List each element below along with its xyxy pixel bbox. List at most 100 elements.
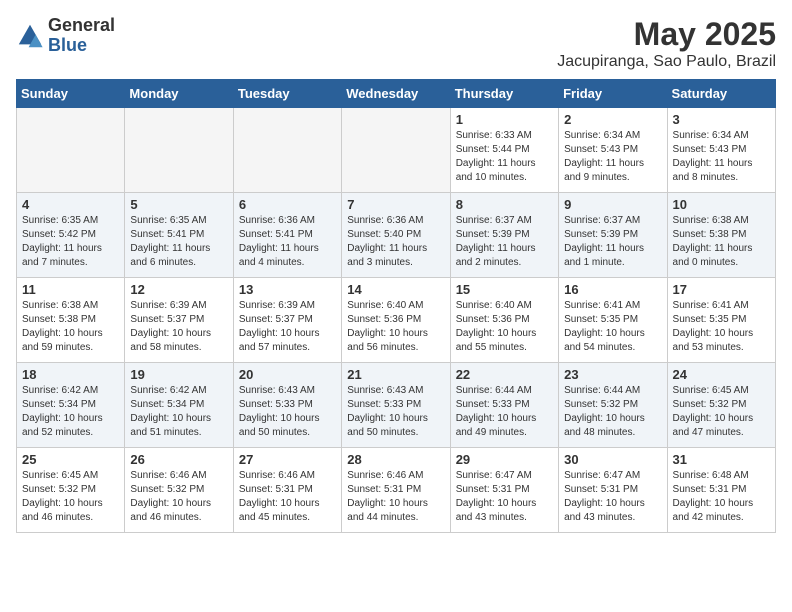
page-header: General Blue May 2025 Jacupiranga, Sao P… bbox=[16, 16, 776, 71]
week-row-3: 11 Sunrise: 6:38 AMSunset: 5:38 PMDayligh… bbox=[17, 278, 776, 363]
week-row-1: 1 Sunrise: 6:33 AMSunset: 5:44 PMDaylight… bbox=[17, 108, 776, 193]
header-row: SundayMondayTuesdayWednesdayThursdayFrid… bbox=[17, 80, 776, 108]
day-cell: 6 Sunrise: 6:36 AMSunset: 5:41 PMDaylight… bbox=[233, 193, 341, 278]
day-cell: 28Sunrise: 6:46 AMSunset: 5:31 PMDayligh… bbox=[342, 448, 450, 533]
day-number: 25 bbox=[22, 452, 119, 467]
day-info: Sunrise: 6:47 AMSunset: 5:31 PMDaylight:… bbox=[564, 469, 661, 525]
week-row-4: 18Sunrise: 6:42 AMSunset: 5:34 PMDayligh… bbox=[17, 363, 776, 448]
day-number: 22 bbox=[456, 367, 553, 382]
day-cell: 8 Sunrise: 6:37 AMSunset: 5:39 PMDaylight… bbox=[450, 193, 558, 278]
day-number: 2 bbox=[564, 112, 661, 127]
logo-text: General Blue bbox=[48, 16, 115, 56]
day-info: Sunrise: 6:36 AMSunset: 5:41 PMDaylight:… bbox=[239, 214, 336, 270]
day-cell: 18Sunrise: 6:42 AMSunset: 5:34 PMDayligh… bbox=[17, 363, 125, 448]
header-sunday: Sunday bbox=[17, 80, 125, 108]
location: Jacupiranga, Sao Paulo, Brazil bbox=[557, 53, 776, 71]
day-info: Sunrise: 6:38 AMSunset: 5:38 PMDaylight:… bbox=[673, 214, 770, 270]
logo-icon bbox=[16, 22, 44, 50]
day-number: 5 bbox=[130, 197, 227, 212]
day-cell: 29Sunrise: 6:47 AMSunset: 5:31 PMDayligh… bbox=[450, 448, 558, 533]
day-info: Sunrise: 6:43 AMSunset: 5:33 PMDaylight:… bbox=[239, 384, 336, 440]
day-number: 20 bbox=[239, 367, 336, 382]
day-info: Sunrise: 6:42 AMSunset: 5:34 PMDaylight:… bbox=[22, 384, 119, 440]
day-cell: 13 Sunrise: 6:39 AMSunset: 5:37 PMDayligh… bbox=[233, 278, 341, 363]
day-info: Sunrise: 6:40 AMSunset: 5:36 PMDaylight:… bbox=[347, 299, 444, 355]
day-number: 23 bbox=[564, 367, 661, 382]
day-cell: 22 Sunrise: 6:44 AMSunset: 5:33 PMDayligh… bbox=[450, 363, 558, 448]
day-info: Sunrise: 6:39 AMSunset: 5:37 PMDaylight:… bbox=[239, 299, 336, 355]
day-cell: 25 Sunrise: 6:45 AMSunset: 5:32 PMDayligh… bbox=[17, 448, 125, 533]
day-number: 19 bbox=[130, 367, 227, 382]
day-info: Sunrise: 6:42 AMSunset: 5:34 PMDaylight:… bbox=[130, 384, 227, 440]
day-info: Sunrise: 6:38 AMSunset: 5:38 PMDaylight:… bbox=[22, 299, 119, 355]
day-info: Sunrise: 6:33 AMSunset: 5:44 PMDaylight:… bbox=[456, 129, 553, 185]
day-cell: 23 Sunrise: 6:44 AMSunset: 5:32 PMDayligh… bbox=[559, 363, 667, 448]
day-cell: 11 Sunrise: 6:38 AMSunset: 5:38 PMDayligh… bbox=[17, 278, 125, 363]
header-wednesday: Wednesday bbox=[342, 80, 450, 108]
title-section: May 2025 Jacupiranga, Sao Paulo, Brazil bbox=[557, 16, 776, 71]
day-info: Sunrise: 6:40 AMSunset: 5:36 PMDaylight:… bbox=[456, 299, 553, 355]
day-info: Sunrise: 6:47 AMSunset: 5:31 PMDaylight:… bbox=[456, 469, 553, 525]
header-saturday: Saturday bbox=[667, 80, 775, 108]
day-number: 13 bbox=[239, 282, 336, 297]
day-cell: 12Sunrise: 6:39 AMSunset: 5:37 PMDayligh… bbox=[125, 278, 233, 363]
logo-blue: Blue bbox=[48, 36, 115, 56]
day-info: Sunrise: 6:39 AMSunset: 5:37 PMDaylight:… bbox=[130, 299, 227, 355]
day-info: Sunrise: 6:34 AMSunset: 5:43 PMDaylight:… bbox=[673, 129, 770, 185]
day-number: 27 bbox=[239, 452, 336, 467]
day-number: 31 bbox=[673, 452, 770, 467]
day-info: Sunrise: 6:37 AMSunset: 5:39 PMDaylight:… bbox=[456, 214, 553, 270]
day-cell: 26 Sunrise: 6:46 AMSunset: 5:32 PMDayligh… bbox=[125, 448, 233, 533]
header-thursday: Thursday bbox=[450, 80, 558, 108]
day-number: 24 bbox=[673, 367, 770, 382]
header-monday: Monday bbox=[125, 80, 233, 108]
logo: General Blue bbox=[16, 16, 115, 56]
day-info: Sunrise: 6:46 AMSunset: 5:32 PMDaylight:… bbox=[130, 469, 227, 525]
day-number: 9 bbox=[564, 197, 661, 212]
day-number: 15 bbox=[456, 282, 553, 297]
day-cell: 16Sunrise: 6:41 AMSunset: 5:35 PMDayligh… bbox=[559, 278, 667, 363]
day-info: Sunrise: 6:45 AMSunset: 5:32 PMDaylight:… bbox=[22, 469, 119, 525]
day-info: Sunrise: 6:44 AMSunset: 5:33 PMDaylight:… bbox=[456, 384, 553, 440]
day-cell bbox=[125, 108, 233, 193]
week-row-2: 4 Sunrise: 6:35 AMSunset: 5:42 PMDaylight… bbox=[17, 193, 776, 278]
day-cell: 21 Sunrise: 6:43 AMSunset: 5:33 PMDayligh… bbox=[342, 363, 450, 448]
header-friday: Friday bbox=[559, 80, 667, 108]
day-number: 7 bbox=[347, 197, 444, 212]
day-info: Sunrise: 6:41 AMSunset: 5:35 PMDaylight:… bbox=[564, 299, 661, 355]
day-number: 11 bbox=[22, 282, 119, 297]
day-info: Sunrise: 6:46 AMSunset: 5:31 PMDaylight:… bbox=[239, 469, 336, 525]
day-cell: 30 Sunrise: 6:47 AMSunset: 5:31 PMDayligh… bbox=[559, 448, 667, 533]
day-number: 26 bbox=[130, 452, 227, 467]
day-info: Sunrise: 6:34 AMSunset: 5:43 PMDaylight:… bbox=[564, 129, 661, 185]
day-info: Sunrise: 6:35 AMSunset: 5:42 PMDaylight:… bbox=[22, 214, 119, 270]
day-info: Sunrise: 6:48 AMSunset: 5:31 PMDaylight:… bbox=[673, 469, 770, 525]
day-cell: 3Sunrise: 6:34 AMSunset: 5:43 PMDaylight… bbox=[667, 108, 775, 193]
day-number: 30 bbox=[564, 452, 661, 467]
day-number: 10 bbox=[673, 197, 770, 212]
day-info: Sunrise: 6:45 AMSunset: 5:32 PMDaylight:… bbox=[673, 384, 770, 440]
day-number: 1 bbox=[456, 112, 553, 127]
day-cell: 4 Sunrise: 6:35 AMSunset: 5:42 PMDaylight… bbox=[17, 193, 125, 278]
day-info: Sunrise: 6:43 AMSunset: 5:33 PMDaylight:… bbox=[347, 384, 444, 440]
day-number: 21 bbox=[347, 367, 444, 382]
day-cell: 1 Sunrise: 6:33 AMSunset: 5:44 PMDaylight… bbox=[450, 108, 558, 193]
day-cell: 10 Sunrise: 6:38 AMSunset: 5:38 PMDayligh… bbox=[667, 193, 775, 278]
day-cell: 7 Sunrise: 6:36 AMSunset: 5:40 PMDaylight… bbox=[342, 193, 450, 278]
day-cell: 20 Sunrise: 6:43 AMSunset: 5:33 PMDayligh… bbox=[233, 363, 341, 448]
day-number: 4 bbox=[22, 197, 119, 212]
header-tuesday: Tuesday bbox=[233, 80, 341, 108]
day-cell bbox=[233, 108, 341, 193]
month-title: May 2025 bbox=[557, 16, 776, 53]
day-cell: 2 Sunrise: 6:34 AMSunset: 5:43 PMDaylight… bbox=[559, 108, 667, 193]
day-info: Sunrise: 6:36 AMSunset: 5:40 PMDaylight:… bbox=[347, 214, 444, 270]
day-number: 8 bbox=[456, 197, 553, 212]
day-cell: 31 Sunrise: 6:48 AMSunset: 5:31 PMDayligh… bbox=[667, 448, 775, 533]
week-row-5: 25 Sunrise: 6:45 AMSunset: 5:32 PMDayligh… bbox=[17, 448, 776, 533]
day-number: 14 bbox=[347, 282, 444, 297]
day-info: Sunrise: 6:46 AMSunset: 5:31 PMDaylight:… bbox=[347, 469, 444, 525]
day-cell: 27 Sunrise: 6:46 AMSunset: 5:31 PMDayligh… bbox=[233, 448, 341, 533]
day-cell bbox=[342, 108, 450, 193]
day-info: Sunrise: 6:44 AMSunset: 5:32 PMDaylight:… bbox=[564, 384, 661, 440]
day-number: 6 bbox=[239, 197, 336, 212]
